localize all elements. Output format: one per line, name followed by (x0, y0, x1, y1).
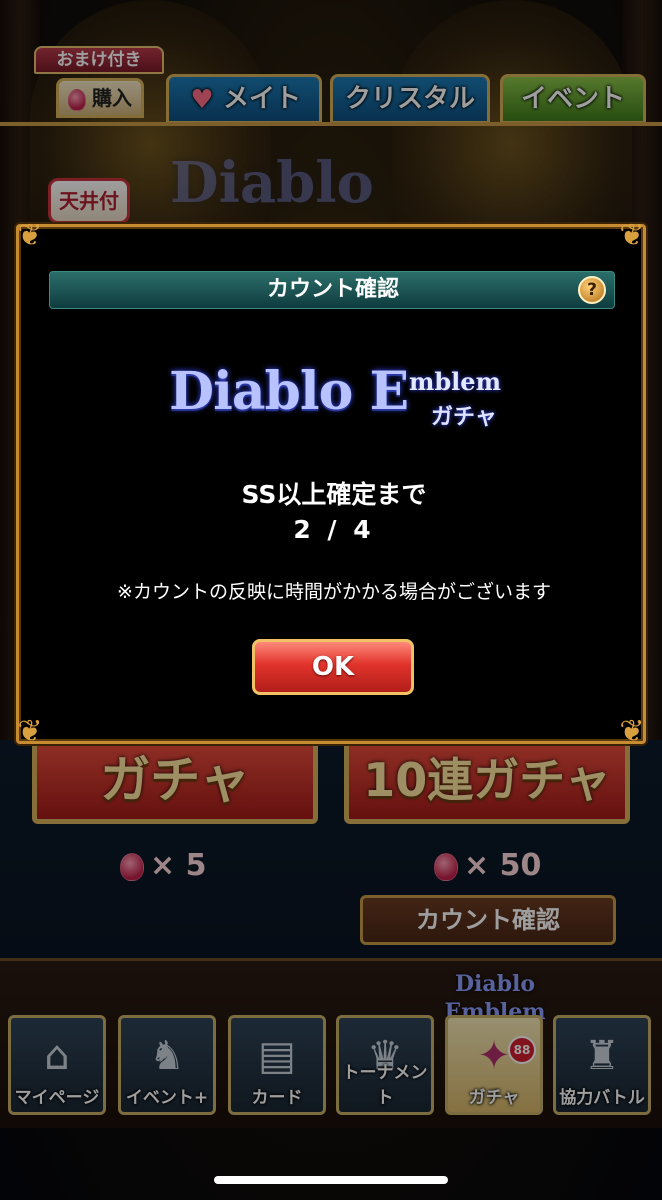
logo-emblem-text: mblem (409, 367, 501, 396)
dialog-title: カウント確認 (266, 277, 399, 302)
help-icon[interactable]: ? (578, 276, 606, 304)
logo-main-text: Diablo E (169, 361, 409, 422)
ok-button[interactable]: OK (252, 639, 414, 695)
gacha-logo: Diablo E mblem ガチャ (169, 361, 501, 437)
corner-ornament-icon: ❦ (17, 218, 43, 253)
count-confirm-dialog: ❦ ❦ ❦ ❦ カウント確認 ? Diablo E mblem ガチャ SS以上… (16, 219, 646, 749)
dialog-header: カウント確認 ? (49, 271, 615, 309)
guarantee-message: SS以上確定まで (241, 480, 427, 509)
game-screen: おまけ付き 購入 ♥メイト クリスタル イベント 天井付き Diablo ガチャ… (0, 0, 662, 1200)
corner-ornament-icon: ❦ (17, 714, 43, 749)
guarantee-count: 2 / 4 (293, 515, 375, 544)
corner-ornament-icon: ❦ (619, 714, 645, 749)
logo-gacha-text: ガチャ (431, 405, 497, 430)
delay-notice: ※カウントの反映に時間がかかる場合がございます (117, 581, 551, 603)
corner-ornament-icon: ❦ (619, 218, 645, 253)
home-indicator[interactable] (214, 1176, 448, 1184)
